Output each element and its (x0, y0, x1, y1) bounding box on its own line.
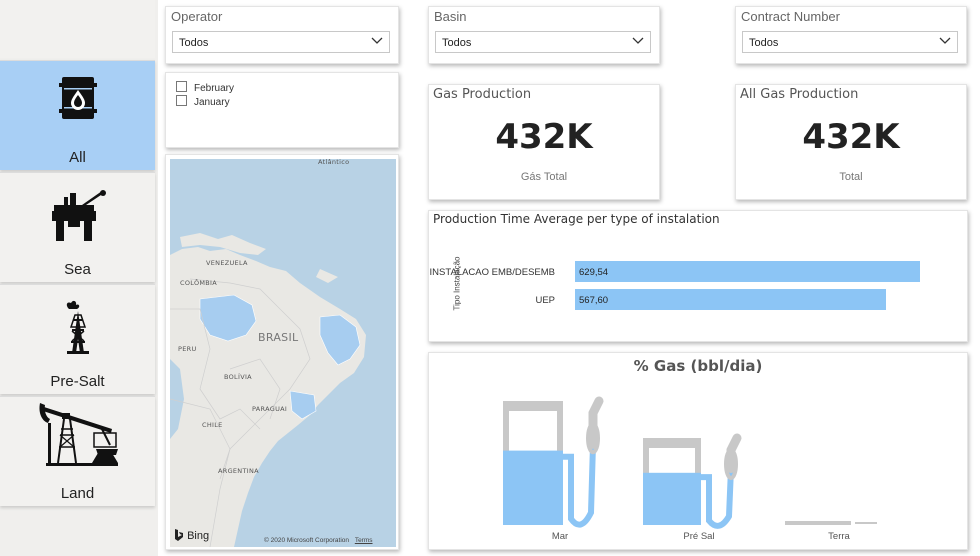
checkbox[interactable] (176, 81, 187, 92)
fuel-pump-gauge[interactable] (643, 433, 742, 529)
map-label-bolivia: BOLÍVIA (224, 373, 252, 381)
gas-production-title: Gas Production (433, 87, 532, 102)
operator-slicer-title: Operator (171, 9, 223, 24)
contract-dropdown-value: Todos (749, 37, 779, 49)
nav-button-all[interactable]: All (0, 60, 155, 170)
checkbox[interactable] (176, 95, 187, 106)
fuel-pump-gauge[interactable] (503, 396, 604, 528)
bing-brand-label: Bing (187, 530, 210, 542)
pump-body (785, 521, 851, 525)
gauge-category-label: Mar (552, 531, 568, 542)
pump-fill-level (503, 450, 563, 525)
chevron-down-icon (371, 37, 383, 44)
gas-production-subtitle: Gás Total (520, 171, 568, 183)
map-label-colombia: COLÔMBIA (180, 279, 217, 287)
chevron-down-icon (632, 37, 644, 44)
nav-label-pre-salt: Pre-Salt (50, 373, 105, 390)
basin-slicer: Basin Todos (428, 6, 660, 64)
bar[interactable] (575, 289, 887, 310)
y-axis-label: Tipo Instalação (452, 256, 462, 311)
operator-dropdown-value: Todos (179, 37, 209, 49)
map-canvas[interactable] (170, 159, 396, 547)
map-label-atlantico: Atlântico (318, 158, 350, 166)
operator-dropdown[interactable]: Todos (172, 31, 390, 53)
pumpjack-icon (38, 403, 118, 466)
map-visual[interactable]: Atlântico VENEZUELA COLÔMBIA BRASIL PERU… (165, 154, 399, 550)
bar-category-label: UEP (535, 295, 555, 306)
pump-fill-level (643, 472, 701, 525)
pump-window (509, 411, 557, 452)
map-label-chile: CHILE (202, 421, 223, 429)
pump-hose (563, 444, 596, 528)
bar[interactable] (575, 261, 921, 282)
month-option-january[interactable]: January (176, 95, 230, 108)
contract-slicer-title: Contract Number (741, 9, 840, 24)
chart-title: Production Time Average per type of inst… (433, 212, 720, 226)
gauge-chart-canvas: Mar Pré Sal Terra (503, 396, 877, 542)
all-gas-production-subtitle: Total (839, 171, 863, 183)
contract-dropdown[interactable]: Todos (742, 31, 958, 53)
nav-button-land[interactable]: Land (0, 396, 155, 506)
map-label-venezuela: VENEZUELA (206, 259, 248, 267)
nav-label-land: Land (60, 485, 95, 502)
basin-dropdown[interactable]: Todos (435, 31, 651, 53)
production-time-chart: Production Time Average per type of inst… (428, 210, 968, 342)
pump-hose (701, 468, 734, 529)
map-label-paraguai: PARAGUAI (252, 405, 288, 413)
bar-value-label: 567,60 (579, 295, 609, 306)
oil-barrel-icon (58, 77, 97, 119)
pump-window (649, 448, 695, 477)
basin-dropdown-value: Todos (442, 37, 472, 49)
map-label-brasil: BRASIL (258, 331, 299, 344)
map-label-peru: PERU (178, 345, 197, 353)
nav-label-all: All (69, 149, 86, 166)
terms-link[interactable]: Terms (355, 537, 373, 544)
operator-slicer: Operator Todos (165, 6, 399, 64)
basin-slicer-title: Basin (434, 9, 467, 24)
copyright-text: © 2020 Microsoft Corporation (264, 537, 349, 544)
map-copyright: © 2020 Microsoft Corporation Terms (264, 537, 373, 544)
all-gas-production-title: All Gas Production (740, 87, 859, 102)
bing-icon (175, 529, 183, 541)
all-gas-production-card: All Gas Production 432K Total (735, 84, 967, 200)
month-option-label: February (194, 83, 235, 94)
nav-button-pre-salt[interactable]: Pre-Salt (0, 284, 155, 394)
oil-derrick-icon (66, 300, 89, 354)
pump-hose (855, 522, 877, 524)
fuel-pump-gauge[interactable] (785, 521, 877, 525)
contract-slicer: Contract Number Todos (735, 6, 967, 64)
bing-logo: Bing (174, 529, 209, 542)
gas-percent-chart: % Gas (bbl/dia) Mar Pré Sal Terra (428, 352, 968, 550)
month-option-february[interactable]: February (176, 81, 234, 94)
nav-header (0, 0, 155, 58)
gas-production-value: 432K (495, 117, 593, 157)
nav-button-sea[interactable]: Sea (0, 172, 155, 282)
map-label-argentina: ARGENTINA (218, 467, 259, 475)
bar-value-label: 629,54 (579, 267, 609, 278)
month-slicer: February January (165, 72, 399, 148)
chevron-down-icon (939, 37, 951, 44)
bar-category-label: INSTALACAO EMB/DESEMB (429, 267, 555, 278)
all-gas-production-value: 432K (802, 117, 900, 157)
offshore-platform-icon (51, 190, 106, 241)
gauge-category-label: Pré Sal (683, 531, 714, 542)
month-option-label: January (194, 97, 230, 108)
gauge-category-label: Terra (828, 531, 850, 542)
gas-production-card: Gas Production 432K Gás Total (428, 84, 660, 200)
nav-label-sea: Sea (64, 261, 91, 278)
